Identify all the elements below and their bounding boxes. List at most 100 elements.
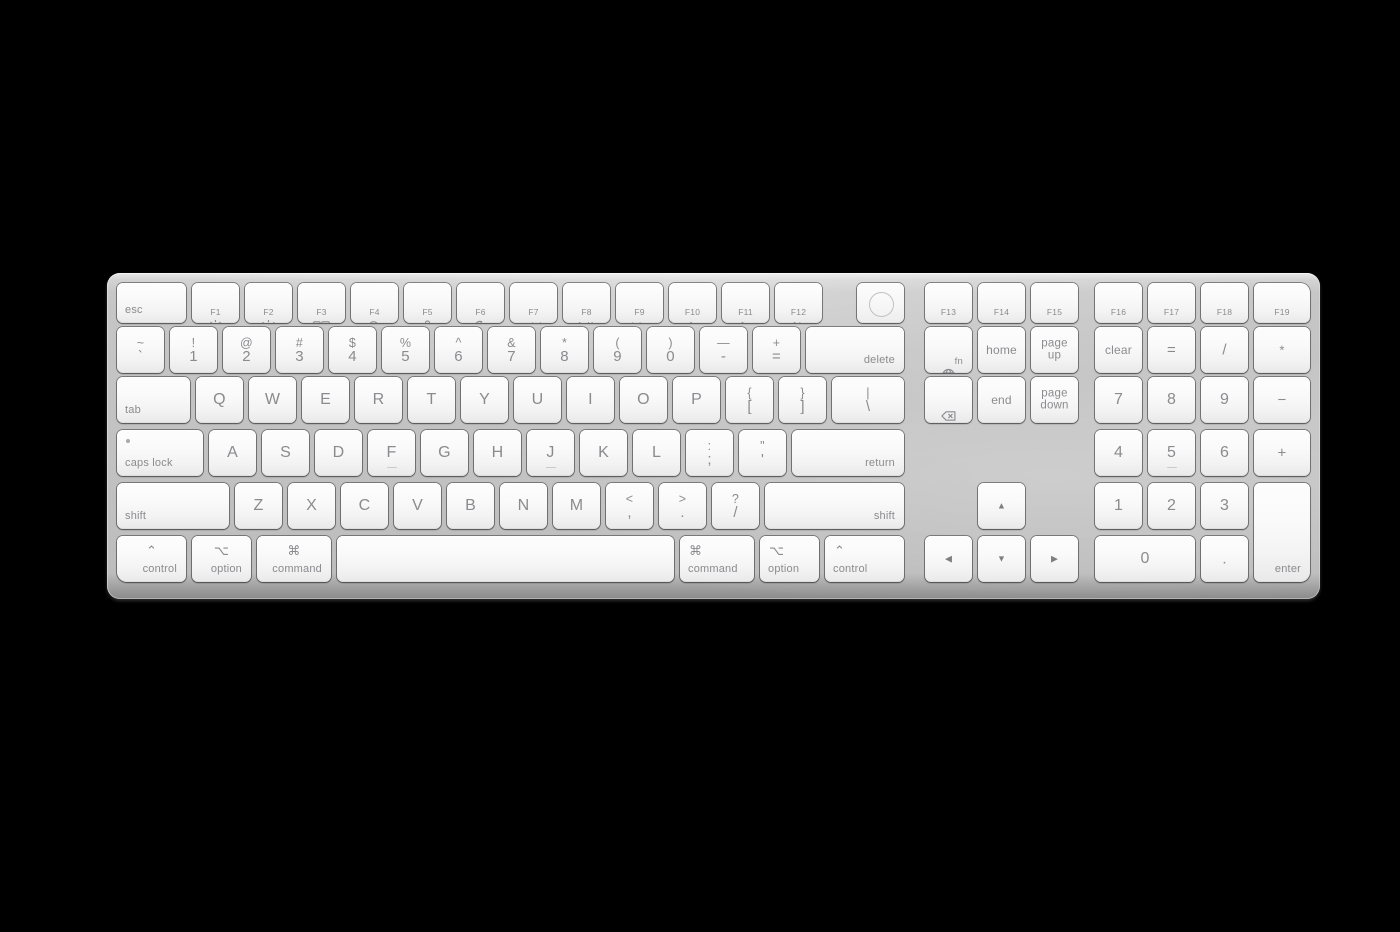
key-num-9[interactable]: 9 [1201,377,1248,423]
key-9[interactable]: ( 9 [594,327,641,373]
key-control-left[interactable]: ⌃ control [117,536,186,582]
key-4[interactable]: $ 4 [329,327,376,373]
key-num-5[interactable]: 5 [1148,430,1195,476]
key-f19[interactable]: F19 [1254,283,1310,323]
key-h[interactable]: H [474,430,521,476]
key-option-right[interactable]: ⌥ option [760,536,819,582]
key-e[interactable]: E [302,377,349,423]
key-f4[interactable]: F4 [351,283,398,323]
key-l[interactable]: L [633,430,680,476]
key-8[interactable]: * 8 [541,327,588,373]
key-v[interactable]: V [394,483,441,529]
key-page-down[interactable]: page down [1031,377,1078,423]
key-arrow-right[interactable]: ▶ [1031,536,1078,582]
key-1[interactable]: ! 1 [170,327,217,373]
key-equal[interactable]: + = [753,327,800,373]
key-u[interactable]: U [514,377,561,423]
key-touch-id[interactable] [857,283,904,323]
key-shift-left[interactable]: shift [117,483,229,529]
key-arrow-down[interactable]: ▼ [978,536,1025,582]
key-w[interactable]: W [249,377,296,423]
key-f9[interactable]: F9 [616,283,663,323]
key-command-left[interactable]: ⌘ command [257,536,331,582]
key-semicolon[interactable]: : ; [686,430,733,476]
key-caps-lock[interactable]: caps lock [117,430,203,476]
key-num-8[interactable]: 8 [1148,377,1195,423]
key-num-0[interactable]: 0 [1095,536,1195,582]
key-z[interactable]: Z [235,483,282,529]
key-f16[interactable]: F16 [1095,283,1142,323]
key-command-right[interactable]: ⌘ command [680,536,754,582]
key-5[interactable]: % 5 [382,327,429,373]
key-num-minus[interactable]: − [1254,377,1310,423]
key-f8[interactable]: F8 [563,283,610,323]
key-k[interactable]: K [580,430,627,476]
key-j[interactable]: J [527,430,574,476]
key-num-divide[interactable]: / [1201,327,1248,373]
key-f11[interactable]: F11 [722,283,769,323]
key-option-left[interactable]: ⌥ option [192,536,251,582]
key-forward-delete[interactable] [925,377,972,423]
key-f[interactable]: F [368,430,415,476]
key-f18[interactable]: F18 [1201,283,1248,323]
key-a[interactable]: A [209,430,256,476]
key-minus[interactable]: — - [700,327,747,373]
key-arrow-up[interactable]: ▲ [978,483,1025,529]
key-delete[interactable]: delete [806,327,904,373]
key-backtick[interactable]: ~ ` [117,327,164,373]
key-num-decimal[interactable]: . [1201,536,1248,582]
key-num-plus[interactable]: + [1254,430,1310,476]
key-f17[interactable]: F17 [1148,283,1195,323]
key-end[interactable]: end [978,377,1025,423]
key-num-multiply[interactable]: * [1254,327,1310,373]
key-num-1[interactable]: 1 [1095,483,1142,529]
key-r[interactable]: R [355,377,402,423]
key-page-up[interactable]: page up [1031,327,1078,373]
key-num-6[interactable]: 6 [1201,430,1248,476]
key-f14[interactable]: F14 [978,283,1025,323]
key-f1[interactable]: F1 [192,283,239,323]
key-f7[interactable]: F7 [510,283,557,323]
key-x[interactable]: X [288,483,335,529]
key-bracket-left[interactable]: { [ [726,377,773,423]
key-g[interactable]: G [421,430,468,476]
key-num-enter[interactable]: enter [1254,483,1310,582]
key-t[interactable]: T [408,377,455,423]
key-0[interactable]: ) 0 [647,327,694,373]
key-control-right[interactable]: ⌃ control [825,536,904,582]
key-f13[interactable]: F13 [925,283,972,323]
key-bracket-right[interactable]: } ] [779,377,826,423]
key-f2[interactable]: F2 [245,283,292,323]
key-s[interactable]: S [262,430,309,476]
key-num-4[interactable]: 4 [1095,430,1142,476]
key-num-3[interactable]: 3 [1201,483,1248,529]
key-f15[interactable]: F15 [1031,283,1078,323]
key-f12[interactable]: F12 [775,283,822,323]
key-num-equal[interactable]: = [1148,327,1195,373]
key-period[interactable]: > . [659,483,706,529]
key-2[interactable]: @ 2 [223,327,270,373]
key-arrow-left[interactable]: ◀ [925,536,972,582]
key-n[interactable]: N [500,483,547,529]
key-f3[interactable]: F3 [298,283,345,323]
key-m[interactable]: M [553,483,600,529]
key-home[interactable]: home [978,327,1025,373]
key-7[interactable]: & 7 [488,327,535,373]
key-i[interactable]: I [567,377,614,423]
key-3[interactable]: # 3 [276,327,323,373]
key-d[interactable]: D [315,430,362,476]
key-quote[interactable]: " ' [739,430,786,476]
key-q[interactable]: Q [196,377,243,423]
key-fn-globe[interactable]: fn [925,327,972,373]
key-num-clear[interactable]: clear [1095,327,1142,373]
key-shift-right[interactable]: shift [765,483,904,529]
key-slash[interactable]: ? / [712,483,759,529]
key-return[interactable]: return [792,430,904,476]
key-f5[interactable]: F5 [404,283,451,323]
key-space[interactable] [337,536,674,582]
key-b[interactable]: B [447,483,494,529]
key-f6[interactable]: F6 [457,283,504,323]
key-f10[interactable]: F10 [669,283,716,323]
key-y[interactable]: Y [461,377,508,423]
key-tab[interactable]: tab [117,377,190,423]
